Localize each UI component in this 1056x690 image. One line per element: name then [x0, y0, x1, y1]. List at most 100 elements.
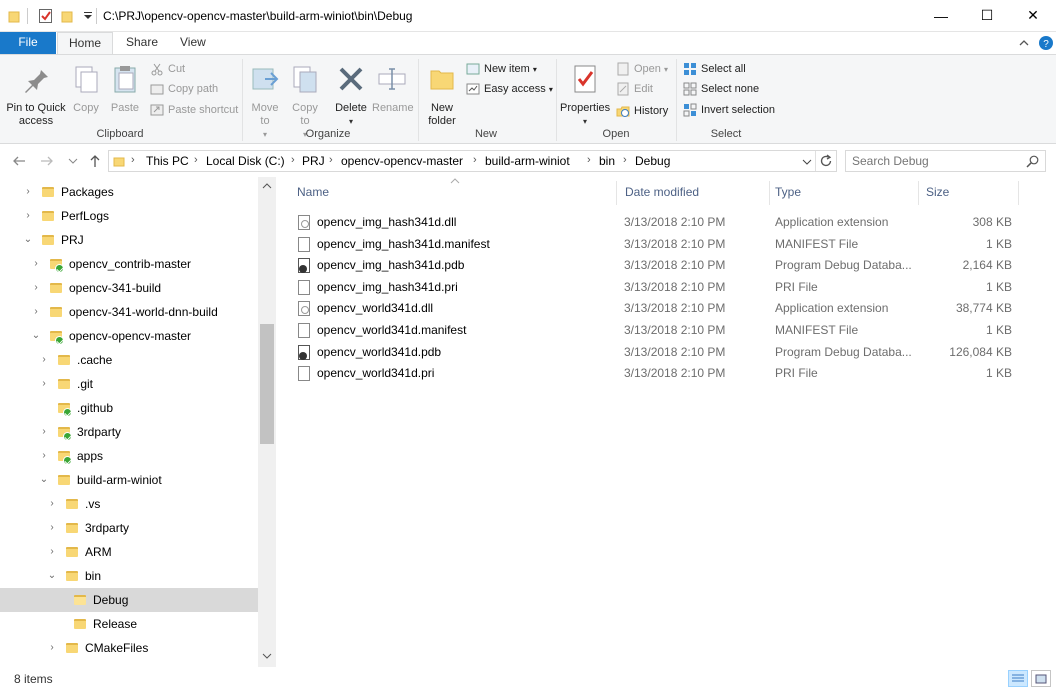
- column-header-type[interactable]: Type: [775, 185, 801, 199]
- open-button[interactable]: Open ▾: [616, 60, 668, 78]
- tree-item[interactable]: › apps: [0, 444, 258, 468]
- tree-item[interactable]: Debug: [0, 588, 258, 612]
- copy-button[interactable]: Copy: [68, 63, 104, 115]
- expand-chevron-icon[interactable]: ›: [30, 300, 42, 324]
- collapse-ribbon-icon[interactable]: [1018, 37, 1030, 49]
- tree-item[interactable]: ⌄ bin: [0, 564, 258, 588]
- table-row[interactable]: opencv_img_hash341d.pri 3/13/2018 2:10 PM…: [296, 277, 1026, 299]
- minimize-button[interactable]: —: [918, 0, 964, 31]
- tree-item[interactable]: › CMakeFiles: [0, 636, 258, 660]
- expand-chevron-icon[interactable]: ›: [22, 204, 34, 228]
- address-bar[interactable]: › This PC › Local Disk (C:) › PRJ › open…: [108, 150, 837, 172]
- breadcrumb-debug[interactable]: Debug: [635, 154, 670, 168]
- column-divider[interactable]: [616, 181, 617, 205]
- tab-view[interactable]: View: [168, 32, 218, 54]
- edit-button[interactable]: Edit: [616, 80, 653, 98]
- expand-chevron-icon[interactable]: ›: [38, 420, 50, 444]
- column-divider[interactable]: [1018, 181, 1019, 205]
- customize-quick-access-icon[interactable]: [80, 8, 96, 24]
- pin-to-quick-access-button[interactable]: Pin to Quick access: [4, 63, 68, 128]
- table-row[interactable]: opencv_img_hash341d.manifest 3/13/2018 2:…: [296, 234, 1026, 256]
- tree-item[interactable]: › ARM: [0, 540, 258, 564]
- help-icon[interactable]: ?: [1038, 35, 1054, 51]
- up-arrow-icon[interactable]: [88, 154, 102, 168]
- history-button[interactable]: History: [616, 102, 668, 120]
- tree-item[interactable]: › opencv-341-world-dnn-build: [0, 300, 258, 324]
- recent-locations-chevron-icon[interactable]: [68, 157, 78, 165]
- tree-item[interactable]: ⌄ build-arm-winiot: [0, 468, 258, 492]
- table-row[interactable]: opencv_world341d.pri 3/13/2018 2:10 PM PRI…: [296, 363, 1026, 385]
- tree-item[interactable]: ⌄ PRJ: [0, 228, 258, 252]
- scroll-down-icon[interactable]: [262, 653, 272, 659]
- table-row[interactable]: opencv_world341d.pdb 3/13/2018 2:10 PM Pro…: [296, 342, 1026, 364]
- properties-button[interactable]: Properties ▾: [560, 63, 610, 128]
- address-history-chevron-icon[interactable]: [802, 158, 812, 166]
- column-divider[interactable]: [769, 181, 770, 205]
- refresh-icon[interactable]: [819, 154, 833, 168]
- breadcrumb-local-disk[interactable]: Local Disk (C:): [206, 154, 285, 168]
- collapse-chevron-icon[interactable]: ⌄: [22, 228, 34, 252]
- tree-item[interactable]: › .vs: [0, 492, 258, 516]
- tree-item[interactable]: › PerfLogs: [0, 204, 258, 228]
- expand-chevron-icon[interactable]: ›: [38, 444, 50, 468]
- collapse-chevron-icon[interactable]: ⌄: [46, 564, 58, 588]
- search-input[interactable]: [852, 154, 1022, 168]
- easy-access-button[interactable]: Easy access ▾: [466, 80, 553, 98]
- paste-shortcut-button[interactable]: Paste shortcut: [150, 101, 238, 119]
- breadcrumb-opencv-opencv-master[interactable]: opencv-opencv-master: [341, 154, 463, 168]
- copy-path-button[interactable]: Copy path: [150, 80, 218, 98]
- expand-chevron-icon[interactable]: ›: [46, 516, 58, 540]
- expand-chevron-icon[interactable]: ›: [30, 252, 42, 276]
- expand-chevron-icon[interactable]: ›: [38, 372, 50, 396]
- tab-share[interactable]: Share: [114, 32, 170, 54]
- tree-item[interactable]: Release: [0, 612, 258, 636]
- tree-item[interactable]: › 3rdparty: [0, 420, 258, 444]
- expand-chevron-icon[interactable]: ›: [46, 540, 58, 564]
- tree-item[interactable]: › opencv-341-build: [0, 276, 258, 300]
- move-to-button[interactable]: Move to ▾: [248, 63, 282, 141]
- column-divider[interactable]: [918, 181, 919, 205]
- delete-button[interactable]: Delete ▾: [332, 63, 370, 128]
- navigation-pane-scroll-thumb[interactable]: [260, 324, 274, 444]
- forward-arrow-icon[interactable]: [40, 155, 54, 167]
- expand-chevron-icon[interactable]: ›: [30, 276, 42, 300]
- maximize-button[interactable]: ☐: [964, 0, 1010, 31]
- column-header-name[interactable]: Name: [297, 185, 329, 199]
- expand-chevron-icon[interactable]: ›: [46, 636, 58, 660]
- properties-check-icon[interactable]: [38, 8, 54, 24]
- expand-chevron-icon[interactable]: ›: [22, 180, 34, 204]
- table-row[interactable]: opencv_img_hash341d.pdb 3/13/2018 2:10 PM…: [296, 255, 1026, 277]
- collapse-chevron-icon[interactable]: ⌄: [38, 468, 50, 492]
- select-all-button[interactable]: Select all: [683, 60, 746, 78]
- column-header-date-modified[interactable]: Date modified: [625, 185, 699, 199]
- breadcrumb-bin[interactable]: bin: [599, 154, 615, 168]
- select-none-button[interactable]: Select none: [683, 80, 759, 98]
- table-row[interactable]: opencv_img_hash341d.dll 3/13/2018 2:10 PM…: [296, 212, 1026, 234]
- expand-chevron-icon[interactable]: ›: [38, 348, 50, 372]
- tree-item[interactable]: .github: [0, 396, 258, 420]
- invert-selection-button[interactable]: Invert selection: [683, 101, 775, 119]
- tree-item[interactable]: ⌄ opencv-opencv-master: [0, 324, 258, 348]
- details-view-button[interactable]: [1008, 670, 1028, 687]
- new-item-button[interactable]: New item ▾: [466, 60, 537, 78]
- table-row[interactable]: opencv_world341d.manifest 3/13/2018 2:10 …: [296, 320, 1026, 342]
- tree-item[interactable]: › 3rdparty: [0, 516, 258, 540]
- table-row[interactable]: opencv_world341d.dll 3/13/2018 2:10 PM App…: [296, 298, 1026, 320]
- expand-chevron-icon[interactable]: ›: [46, 492, 58, 516]
- breadcrumb-build-arm-winiot[interactable]: build-arm-winiot: [485, 154, 570, 168]
- close-button[interactable]: ✕: [1010, 0, 1056, 31]
- tree-item[interactable]: › .cache: [0, 348, 258, 372]
- tree-item[interactable]: › Packages: [0, 180, 258, 204]
- new-folder-icon[interactable]: [60, 8, 76, 24]
- back-arrow-icon[interactable]: [12, 155, 26, 167]
- new-folder-button[interactable]: New folder: [424, 63, 460, 128]
- cut-button[interactable]: Cut: [150, 60, 185, 78]
- tree-item[interactable]: › opencv_contrib-master: [0, 252, 258, 276]
- collapse-chevron-icon[interactable]: ⌄: [30, 324, 42, 348]
- tab-home[interactable]: Home: [57, 32, 113, 55]
- breadcrumb-prj[interactable]: PRJ: [302, 154, 325, 168]
- search-box[interactable]: [845, 150, 1046, 172]
- scroll-up-icon[interactable]: [262, 183, 272, 189]
- column-header-size[interactable]: Size: [926, 185, 949, 199]
- breadcrumb-this-pc[interactable]: This PC: [146, 154, 189, 168]
